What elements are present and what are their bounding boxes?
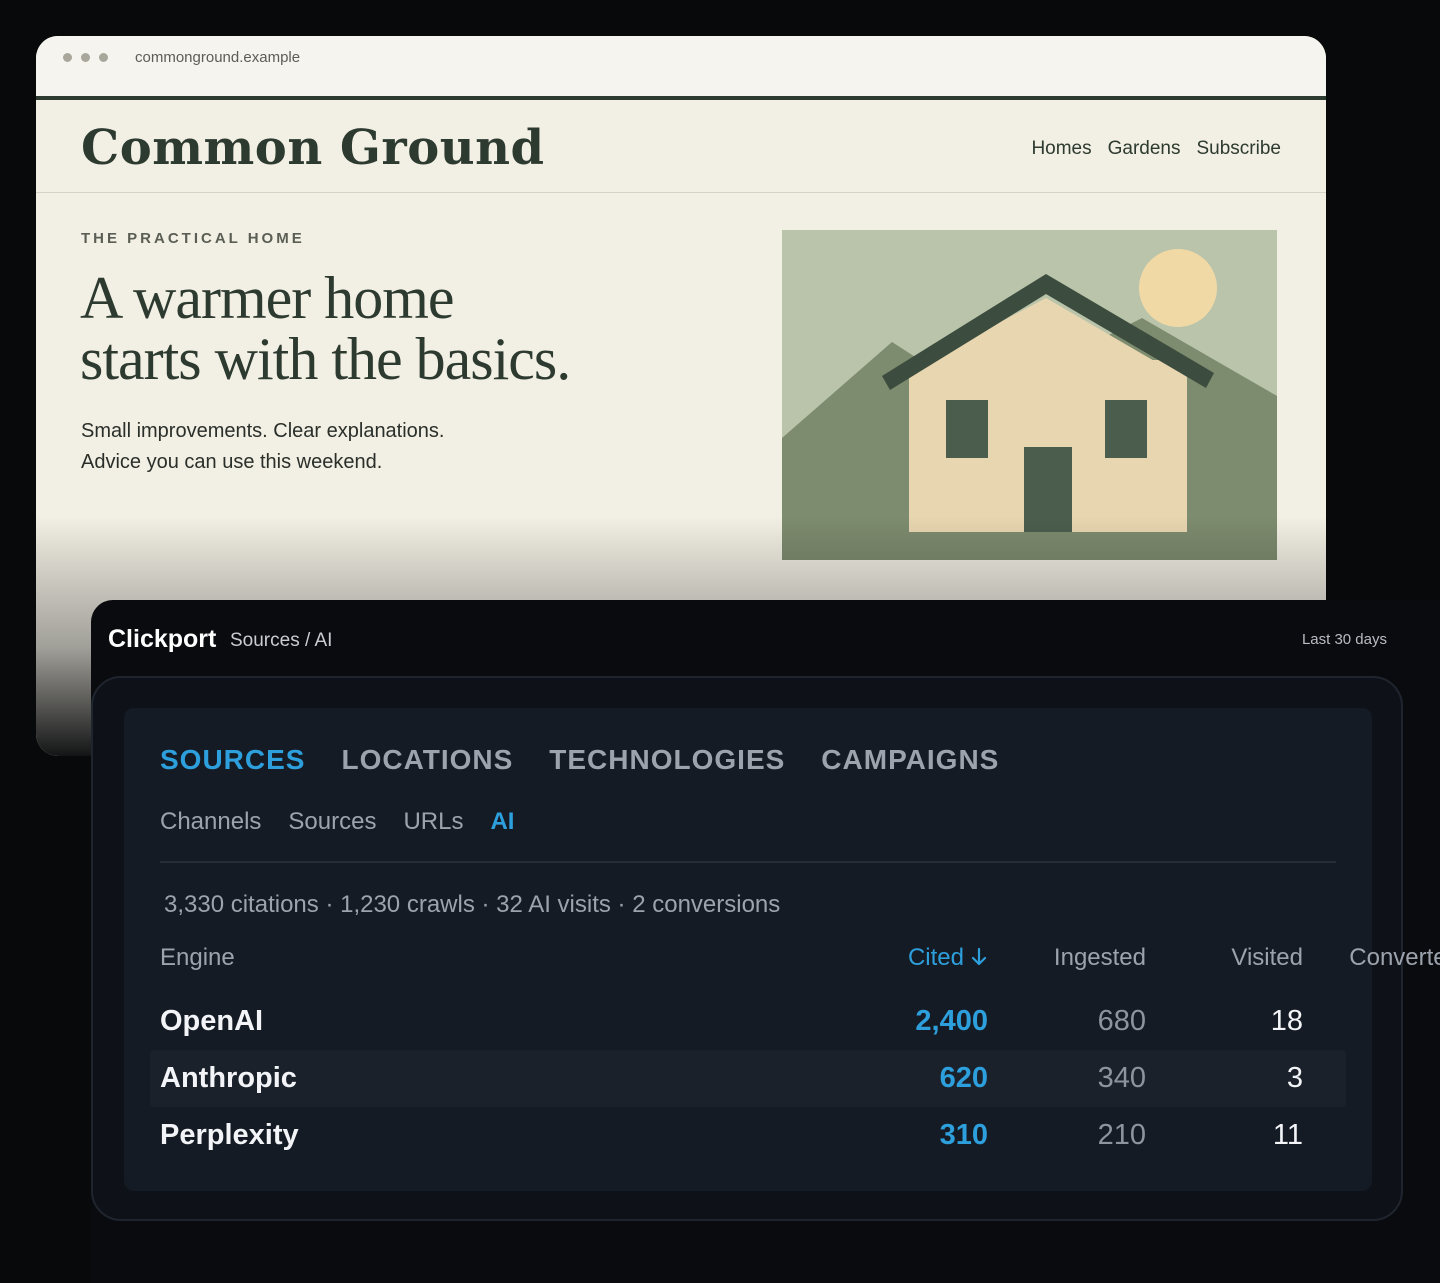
column-header-ingested[interactable]: Ingested — [1054, 941, 1146, 975]
analytics-panel: Clickport Sources / AI Last 30 days SOUR… — [91, 600, 1440, 1283]
browser-chrome: commonground.example — [36, 36, 1326, 97]
subtab-channels[interactable]: Channels — [160, 808, 261, 836]
subtab-ai[interactable]: AI — [490, 808, 514, 836]
subtab-urls[interactable]: URLs — [403, 808, 463, 836]
secondary-tabs: Channels Sources URLs AI — [160, 808, 514, 836]
engine-name: Perplexity — [160, 1119, 299, 1151]
window-dot-icon — [81, 53, 90, 62]
visited-value: 11 — [1272, 1119, 1303, 1151]
tab-campaigns[interactable]: CAMPAIGNS — [821, 744, 999, 776]
window-dot-icon — [63, 53, 72, 62]
cited-value: 310 — [939, 1119, 988, 1151]
tab-technologies[interactable]: TECHNOLOGIES — [549, 744, 785, 776]
site-logo[interactable]: Common Ground — [81, 120, 545, 176]
table-header: Engine Cited Ingested Visited Converted — [150, 941, 1440, 993]
app-brand[interactable]: Clickport — [108, 625, 216, 654]
column-header-visited[interactable]: Visited — [1231, 941, 1303, 975]
arrow-down-icon — [971, 947, 987, 966]
cited-value: 2,400 — [915, 1005, 988, 1037]
summary-stats: 3,330 citations · 1,230 crawls · 32 AI v… — [164, 891, 781, 918]
engine-name: OpenAI — [160, 1005, 264, 1037]
breadcrumb[interactable]: Sources / AI — [230, 630, 332, 652]
date-range-selector[interactable]: Last 30 days — [1302, 631, 1387, 648]
tab-sources[interactable]: SOURCES — [160, 744, 305, 776]
nav-link-subscribe[interactable]: Subscribe — [1197, 138, 1282, 160]
engine-table: Engine Cited Ingested Visited Converted … — [150, 941, 1440, 1164]
hero-headline-line: starts with the basics. — [80, 326, 571, 392]
nav-link-gardens[interactable]: Gardens — [1108, 138, 1181, 160]
column-header-cited-label: Cited — [907, 944, 964, 971]
report-card: SOURCES LOCATIONS TECHNOLOGIES CAMPAIGNS… — [124, 708, 1440, 1191]
ingested-value: 210 — [1097, 1119, 1146, 1151]
window-dot-icon — [99, 53, 108, 62]
table-row[interactable]: Anthropic 620 340 3 0 — [150, 1050, 1346, 1107]
tab-locations[interactable]: LOCATIONS — [341, 744, 513, 776]
engine-name: Anthropic — [160, 1062, 297, 1094]
table-row[interactable]: OpenAI 2,400 680 18 1 — [150, 993, 1346, 1050]
house-illustration-icon — [782, 230, 1277, 560]
visited-value: 3 — [1286, 1062, 1303, 1094]
address-bar-url[interactable]: commonground.example — [135, 49, 300, 66]
ingested-value: 340 — [1097, 1062, 1146, 1094]
hero-subtext-line: Small improvements. Clear explanations. — [81, 420, 445, 442]
nav-link-homes[interactable]: Homes — [1031, 138, 1091, 160]
visited-value: 18 — [1270, 1005, 1303, 1037]
table-row[interactable]: Perplexity 310 210 11 1 — [150, 1107, 1346, 1164]
primary-tabs: SOURCES LOCATIONS TECHNOLOGIES CAMPAIGNS — [160, 744, 999, 776]
divider — [160, 861, 1336, 863]
hero-subtext: Small improvements. Clear explanations. … — [81, 416, 581, 478]
ingested-value: 680 — [1097, 1005, 1146, 1037]
hero-subtext-line: Advice you can use this weekend. — [81, 451, 383, 473]
site-nav: Homes Gardens Subscribe — [1031, 138, 1281, 160]
hero-eyebrow: THE PRACTICAL HOME — [81, 230, 305, 247]
column-header-cited[interactable]: Cited — [908, 941, 988, 975]
subtab-sources[interactable]: Sources — [288, 808, 376, 836]
cited-value: 620 — [939, 1062, 988, 1094]
column-header-engine[interactable]: Engine — [160, 941, 235, 975]
site-header: Common Ground Homes Gardens Subscribe — [36, 96, 1326, 193]
hero-headline: A warmer home starts with the basics. — [80, 268, 700, 390]
column-header-converted[interactable]: Converted — [1349, 941, 1440, 975]
device-frame: SOURCES LOCATIONS TECHNOLOGIES CAMPAIGNS… — [91, 676, 1440, 1221]
hero-headline-line: A warmer home — [80, 265, 455, 331]
